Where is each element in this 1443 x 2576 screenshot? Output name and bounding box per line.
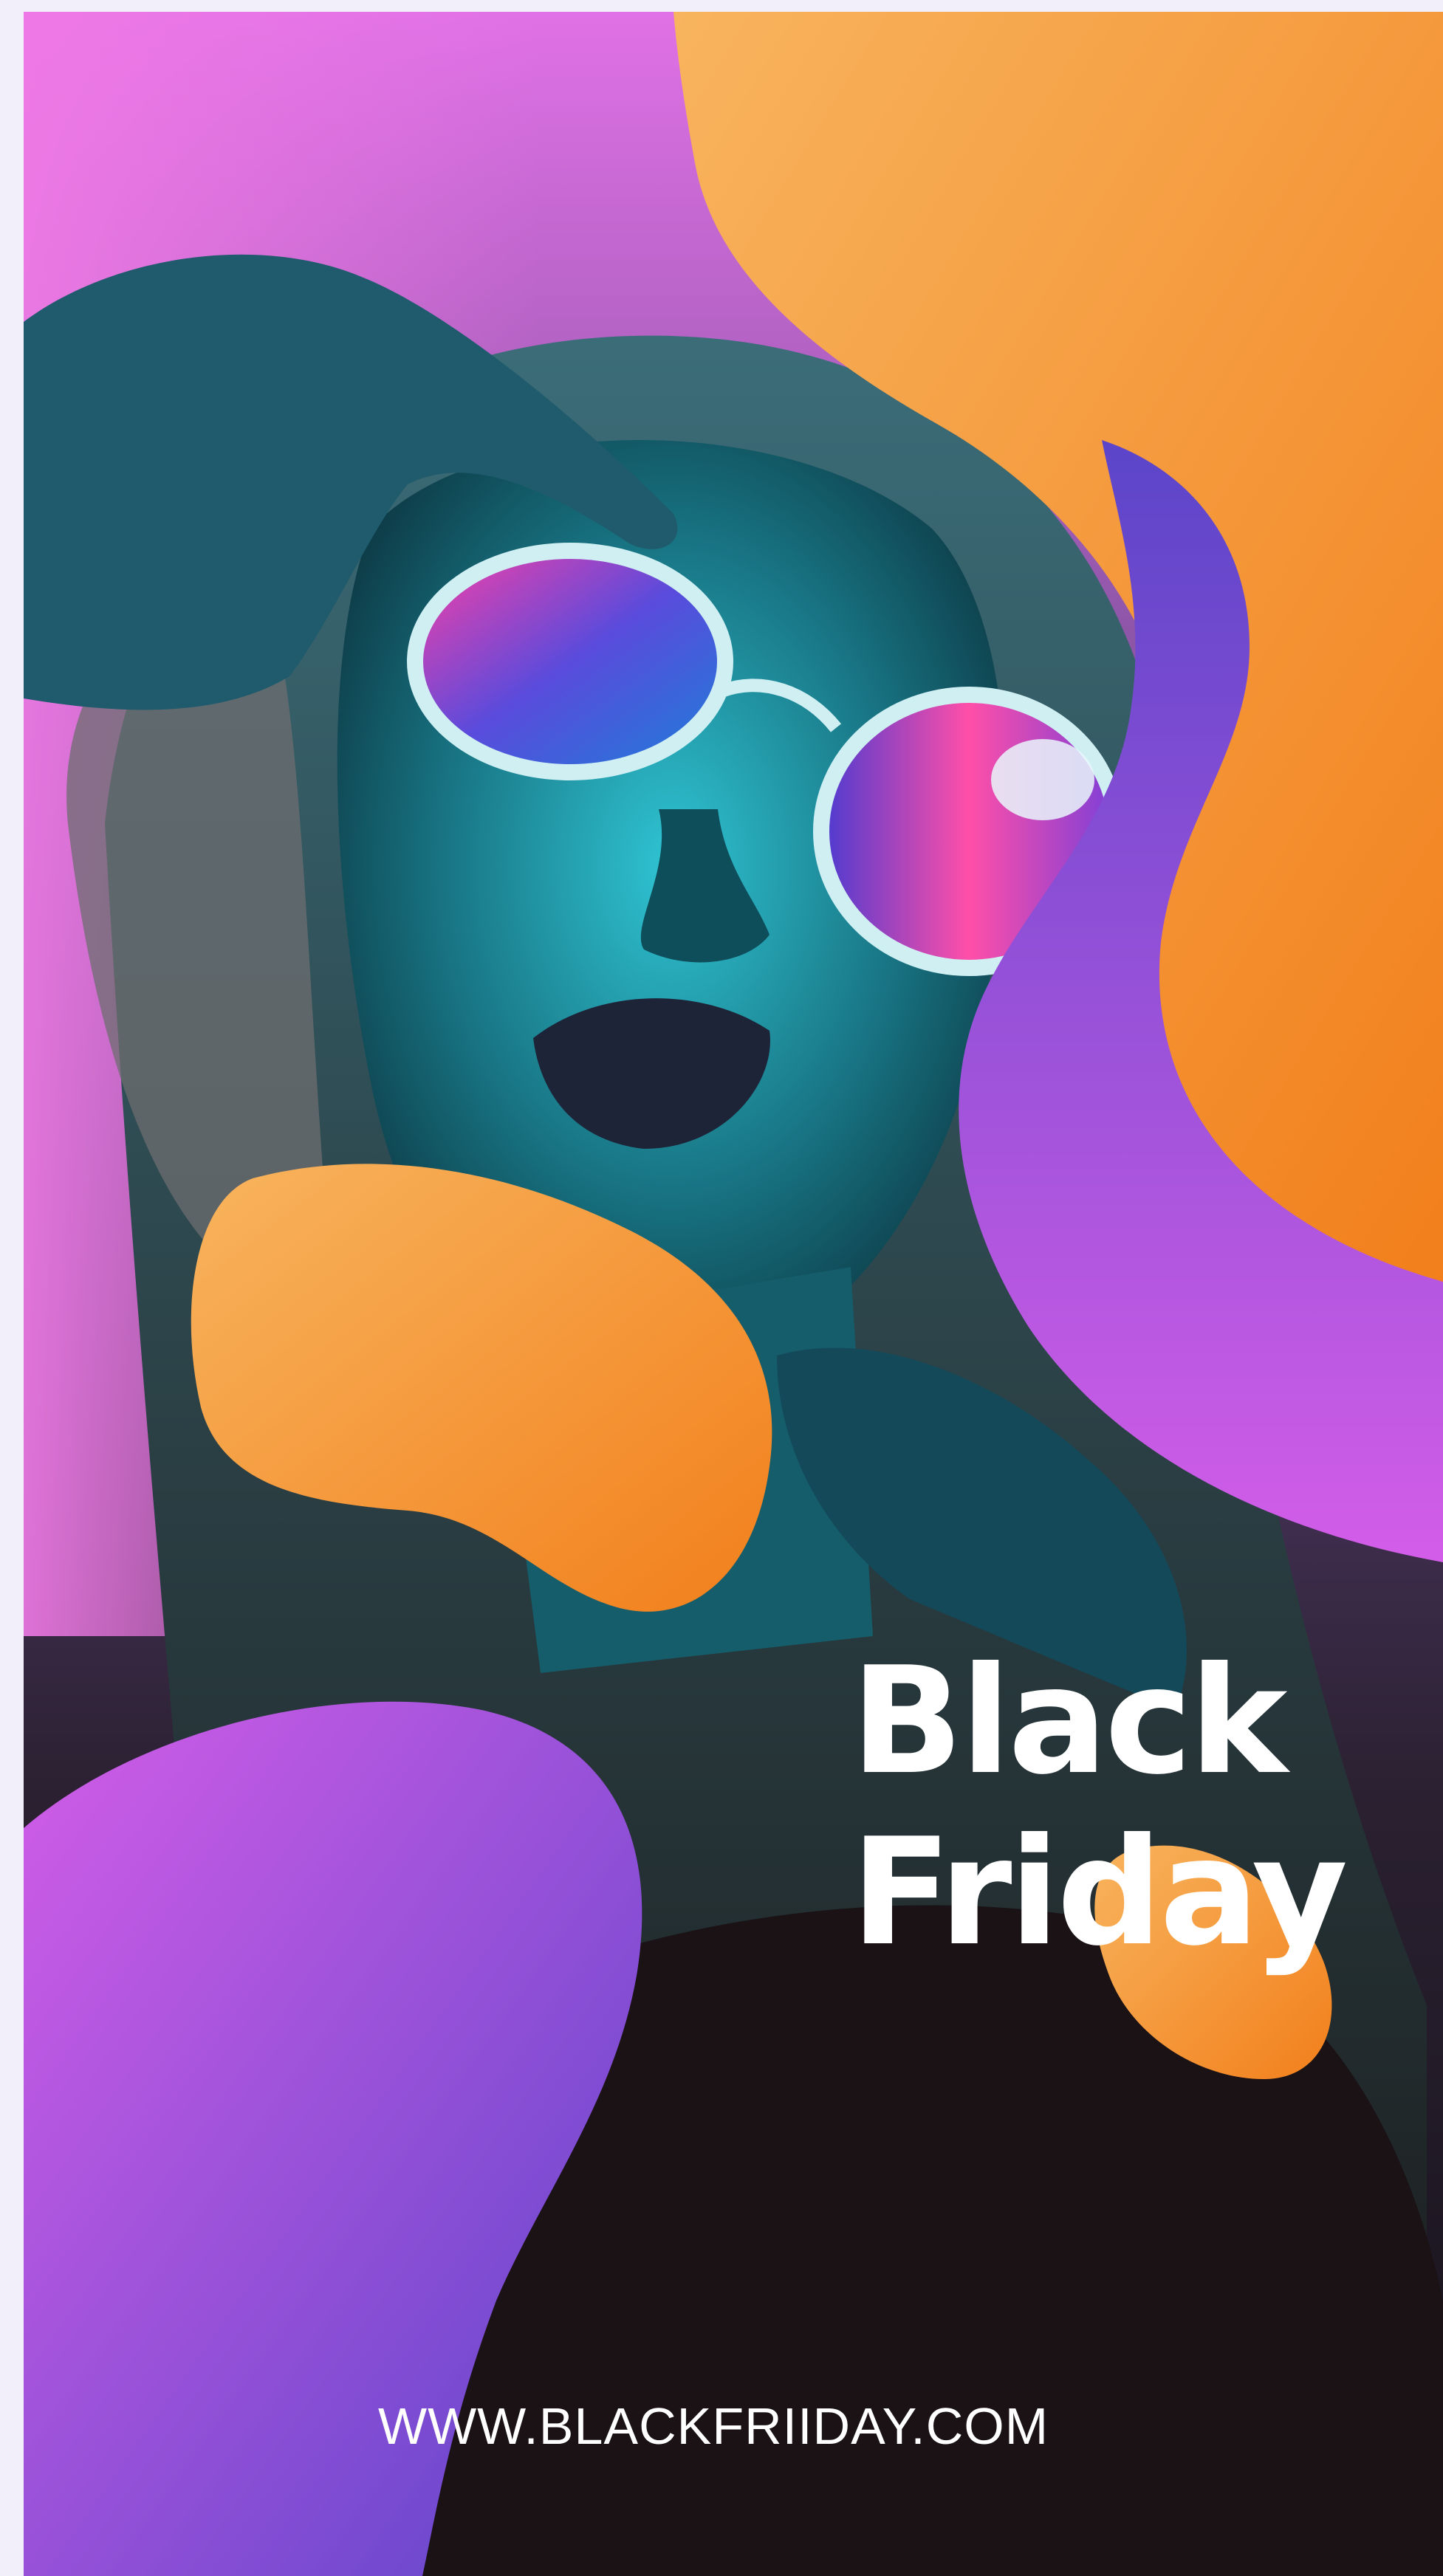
- poster-artwork: [24, 12, 1443, 2576]
- promo-poster: Black Friday WWW.BLACKFRIIDAY.COM: [24, 12, 1443, 2576]
- headline: Black Friday: [851, 1635, 1348, 1979]
- headline-line-black: Black: [851, 1635, 1288, 1807]
- headline-line-friday: Friday: [851, 1807, 1348, 1979]
- website-url[interactable]: WWW.BLACKFRIIDAY.COM: [378, 2393, 1139, 2459]
